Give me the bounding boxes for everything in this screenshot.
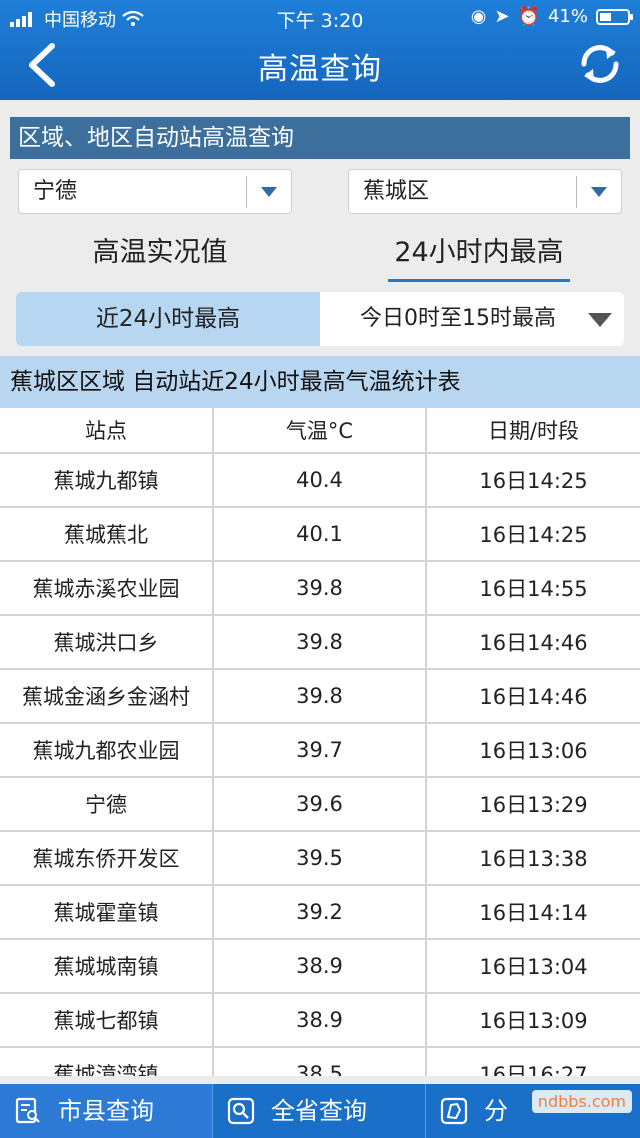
station-cell: 蕉城蕉北	[0, 508, 214, 560]
table-row: 蕉城九都镇 40.4 16日14:25	[0, 454, 640, 508]
orientation-lock-icon: ◉	[470, 6, 487, 27]
temperature-cell: 39.6	[214, 778, 427, 830]
station-cell: 蕉城九都农业园	[0, 724, 214, 776]
table-row: 蕉城城南镇 38.9 16日13:04	[0, 940, 640, 994]
nav-county-query[interactable]: 市县查询	[0, 1084, 213, 1138]
status-right: ◉ ➤ ⏰ 41%	[470, 6, 633, 27]
table-row: 蕉城洪口乡 39.8 16日14:46	[0, 616, 640, 670]
section-title: 区域、地区自动站高温查询	[10, 117, 630, 159]
region-select-value: 宁德	[33, 179, 78, 204]
dropdown-arrow-icon	[591, 187, 607, 197]
datetime-cell: 16日14:55	[479, 577, 588, 601]
nav-third-label: 分	[484, 1097, 508, 1125]
select-divider	[576, 176, 577, 208]
battery-fill	[600, 12, 611, 21]
tab-realtime-high[interactable]: 高温实况值	[70, 232, 250, 282]
station-cell: 蕉城霍童镇	[0, 886, 214, 938]
table-row: 蕉城七都镇 38.9 16日13:09	[0, 994, 640, 1048]
station-cell: 宁德	[0, 778, 214, 830]
temperature-cell: 40.1	[214, 508, 427, 560]
header-temperature: 气温°C	[214, 408, 427, 452]
temperature-cell: 39.2	[214, 886, 427, 938]
select-divider	[246, 176, 247, 208]
station-cell: 蕉城漳湾镇	[0, 1048, 214, 1076]
datetime-cell: 16日14:25	[479, 469, 588, 493]
caret-down-icon	[588, 313, 612, 327]
temperature-cell: 39.5	[214, 832, 427, 884]
station-cell: 蕉城赤溪农业园	[0, 562, 214, 614]
segment-today-range[interactable]: 今日0时至15时最高	[320, 292, 624, 346]
station-cell: 蕉城金涵乡金涵村	[0, 670, 214, 722]
temperature-table: 站点 气温°C 日期/时段 蕉城九都镇 40.4 16日14:25 蕉城蕉北 40.1 1…	[0, 408, 640, 1076]
station-cell: 蕉城七都镇	[0, 994, 214, 1046]
dropdown-arrow-icon	[261, 187, 277, 197]
nav-county-query-label: 市县查询	[58, 1097, 154, 1125]
status-bar: 中国移动 下午 3:20 ◉ ➤ ⏰ 41%	[0, 0, 640, 34]
segment-last-24h[interactable]: 近24小时最高	[16, 292, 320, 346]
table-row: 蕉城蕉北 40.1 16日14:25	[0, 508, 640, 562]
datetime-cell: 16日14:46	[479, 631, 588, 655]
document-search-icon	[15, 1097, 40, 1124]
station-cell: 蕉城东侨开发区	[0, 832, 214, 884]
location-icon: ➤	[494, 6, 510, 27]
battery-percent: 41%	[547, 6, 588, 27]
header-datetime: 日期/时段	[487, 419, 580, 443]
station-cell: 蕉城洪口乡	[0, 616, 214, 668]
district-select[interactable]: 蕉城区	[348, 169, 622, 214]
battery-icon	[596, 8, 633, 25]
datetime-cell: 16日13:04	[479, 955, 588, 979]
temperature-cell: 39.8	[214, 562, 427, 614]
temperature-cell: 39.7	[214, 724, 427, 776]
watermark-logo: ndbbs.com	[531, 1090, 632, 1113]
datetime-cell: 16日14:14	[479, 901, 588, 925]
table-row: 蕉城霍童镇 39.2 16日14:14	[0, 886, 640, 940]
page-title: 高温查询	[258, 52, 382, 87]
datetime-cell: 16日16:27	[479, 1063, 588, 1076]
temperature-cell: 38.9	[214, 940, 427, 992]
region-select[interactable]: 宁德	[18, 169, 292, 214]
temperature-cell: 39.8	[214, 616, 427, 668]
datetime-cell: 16日13:09	[479, 1009, 588, 1033]
table-header-row: 站点 气温°C 日期/时段	[0, 408, 640, 454]
datetime-cell: 16日14:46	[479, 685, 588, 709]
station-cell: 蕉城九都镇	[0, 454, 214, 506]
range-segment: 近24小时最高 今日0时至15时最高	[16, 292, 624, 346]
tab-24h-high[interactable]: 24小时内最高	[388, 232, 570, 282]
station-cell: 蕉城城南镇	[0, 940, 214, 992]
table-row: 蕉城漳湾镇 38.5 16日16:27	[0, 1048, 640, 1076]
table-body: 蕉城九都镇 40.4 16日14:25 蕉城蕉北 40.1 16日14:25 蕉城赤溪农业园…	[0, 454, 640, 1076]
segment-today-range-label: 今日0时至15时最高	[360, 306, 556, 331]
table-title: 蕉城区区域 自动站近24小时最高气温统计表	[0, 356, 640, 408]
datetime-cell: 16日13:06	[479, 739, 588, 763]
refresh-icon[interactable]	[576, 42, 624, 86]
nav-province-query-label: 全省查询	[271, 1097, 367, 1125]
temperature-cell: 39.8	[214, 670, 427, 722]
temperature-cell: 40.4	[214, 454, 427, 506]
header-station: 站点	[0, 408, 214, 452]
table-row: 蕉城东侨开发区 39.5 16日13:38	[0, 832, 640, 886]
temperature-cell: 38.5	[214, 1048, 427, 1076]
datetime-cell: 16日14:25	[479, 523, 588, 547]
temperature-cell: 38.9	[214, 994, 427, 1046]
search-icon	[227, 1097, 255, 1125]
table-row: 蕉城金涵乡金涵村 39.8 16日14:46	[0, 670, 640, 724]
nav-province-query[interactable]: 全省查询	[213, 1084, 426, 1138]
table-row: 蕉城九都农业园 39.7 16日13:06	[0, 724, 640, 778]
datetime-cell: 16日13:38	[479, 847, 588, 871]
district-select-value: 蕉城区	[363, 179, 430, 204]
table-row: 宁德 39.6 16日13:29	[0, 778, 640, 832]
table-row: 蕉城赤溪农业园 39.8 16日14:55	[0, 562, 640, 616]
map-icon	[440, 1097, 468, 1125]
alarm-icon: ⏰	[517, 6, 540, 27]
top-bar: 中国移动 下午 3:20 ◉ ➤ ⏰ 41% 高温查询	[0, 0, 640, 100]
datetime-cell: 16日13:29	[479, 793, 588, 817]
